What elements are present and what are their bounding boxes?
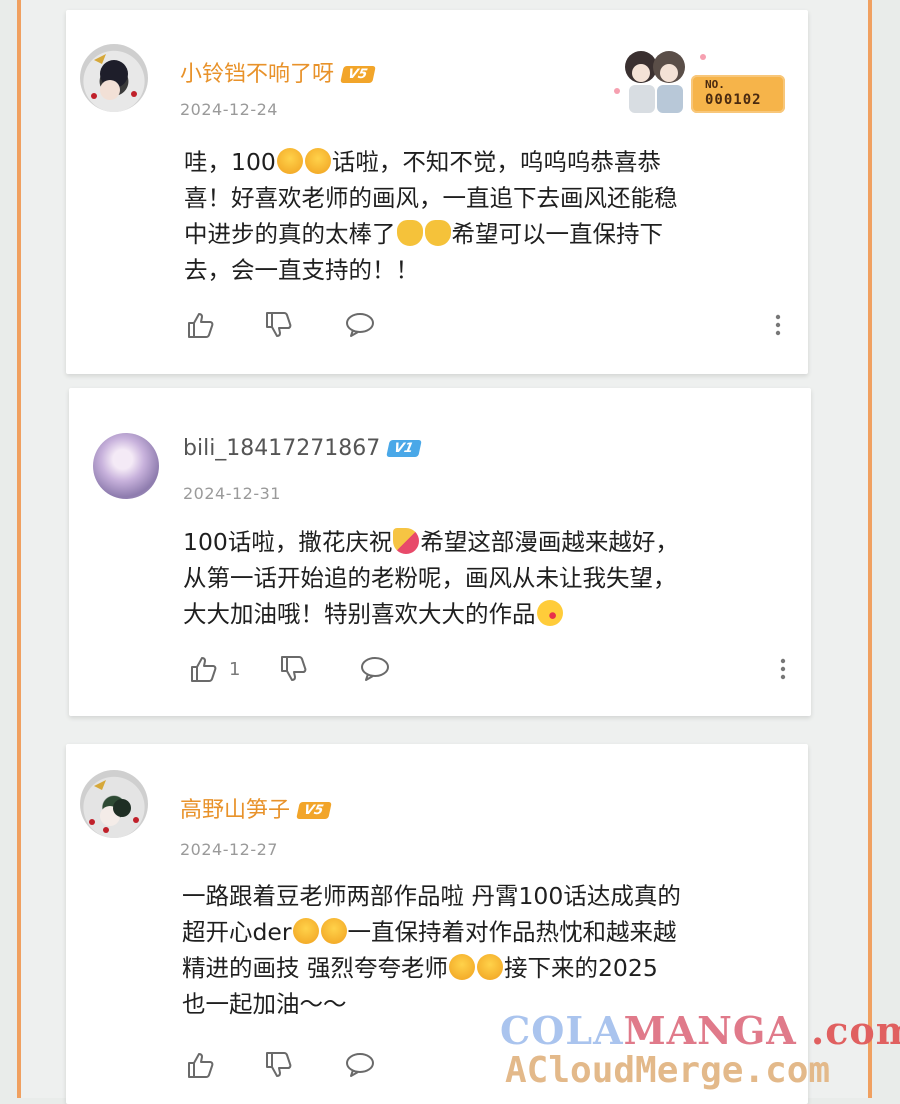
frame-border-left <box>17 0 21 1098</box>
thumbs-down-icon <box>266 1052 292 1077</box>
comment-text: 哇，100 话啦，不知不觉，呜呜呜恭喜恭 喜！好喜欢老师的画风，一直追下去画风还能… <box>184 148 678 284</box>
comment-bubble-icon <box>346 1053 374 1077</box>
username[interactable]: 高野山笋子 V5 <box>180 792 332 824</box>
reply-button[interactable] <box>359 654 391 684</box>
level-badge: V1 <box>386 440 423 457</box>
scream-emoji-icon <box>476 954 503 980</box>
fan-badge: NO. 000102 <box>611 43 786 117</box>
frame-border-right <box>868 0 872 1098</box>
username[interactable]: 小铃铛不响了呀 V5 <box>180 56 376 88</box>
comment-bubble-icon <box>346 313 374 337</box>
more-options-button[interactable] <box>779 654 787 684</box>
like-button[interactable] <box>186 310 226 340</box>
thumbs-down-icon <box>281 656 307 681</box>
scream-emoji-icon <box>276 148 303 174</box>
avatar[interactable] <box>80 44 148 112</box>
comment-card: 小铃铛不响了呀 V5 2024-12-24 NO. 000102 哇，100 话啦，… <box>66 10 808 374</box>
comment-date: 2024-12-27 <box>180 840 278 859</box>
comment-bubble-icon <box>361 657 389 681</box>
level-badge: V5 <box>340 66 376 83</box>
watermark-site: COLAMANGA .com <box>500 1008 900 1053</box>
party-popper-emoji-icon <box>393 528 420 554</box>
scream-emoji-icon <box>304 148 331 174</box>
scream-emoji-icon <box>448 954 475 980</box>
clap-emoji-icon <box>396 220 423 246</box>
avatar[interactable] <box>80 770 148 838</box>
dislike-button[interactable] <box>279 654 309 684</box>
thumbs-down-icon <box>266 312 292 337</box>
more-vertical-icon <box>780 658 786 680</box>
fan-number-tag: NO. 000102 <box>691 75 785 113</box>
laughing-tears-emoji-icon <box>292 918 319 944</box>
kiss-emoji-icon <box>536 600 563 626</box>
level-badge: V5 <box>296 802 332 819</box>
thumbs-up-icon <box>191 657 217 682</box>
more-options-button[interactable] <box>774 310 782 340</box>
comment-text: 一路跟着豆老师两部作品啦 丹霄100话达成真的 超开心der 一直保持着对作品热忱… <box>182 882 681 1018</box>
reply-button[interactable] <box>344 1050 376 1080</box>
like-count: 1 <box>229 658 241 680</box>
comment-date: 2024-12-31 <box>183 484 281 503</box>
like-button[interactable]: 1 <box>189 654 240 684</box>
comment-text: 100话啦，撒花庆祝 希望这部漫画越来越好， 从第一话开始追的老粉呢，画风从未让我… <box>183 528 679 628</box>
comment-card: bili_18417271867 V1 2024-12-31 100话啦，撒花庆祝… <box>69 388 811 716</box>
comment-actions: 1 <box>189 654 799 686</box>
thumbs-up-icon <box>188 313 214 338</box>
thumbs-up-icon <box>188 1053 214 1078</box>
clap-emoji-icon <box>424 220 451 246</box>
comment-date: 2024-12-24 <box>180 100 278 119</box>
more-vertical-icon <box>775 314 781 336</box>
like-button[interactable] <box>186 1050 226 1080</box>
watermark-mirror: ACloudMerge.com <box>505 1050 831 1091</box>
username[interactable]: bili_18417271867 V1 <box>183 436 423 461</box>
reply-button[interactable] <box>344 310 376 340</box>
avatar[interactable] <box>93 433 159 499</box>
laughing-tears-emoji-icon <box>320 918 347 944</box>
comment-actions <box>186 310 796 342</box>
dislike-button[interactable] <box>264 1050 294 1080</box>
dislike-button[interactable] <box>264 310 294 340</box>
